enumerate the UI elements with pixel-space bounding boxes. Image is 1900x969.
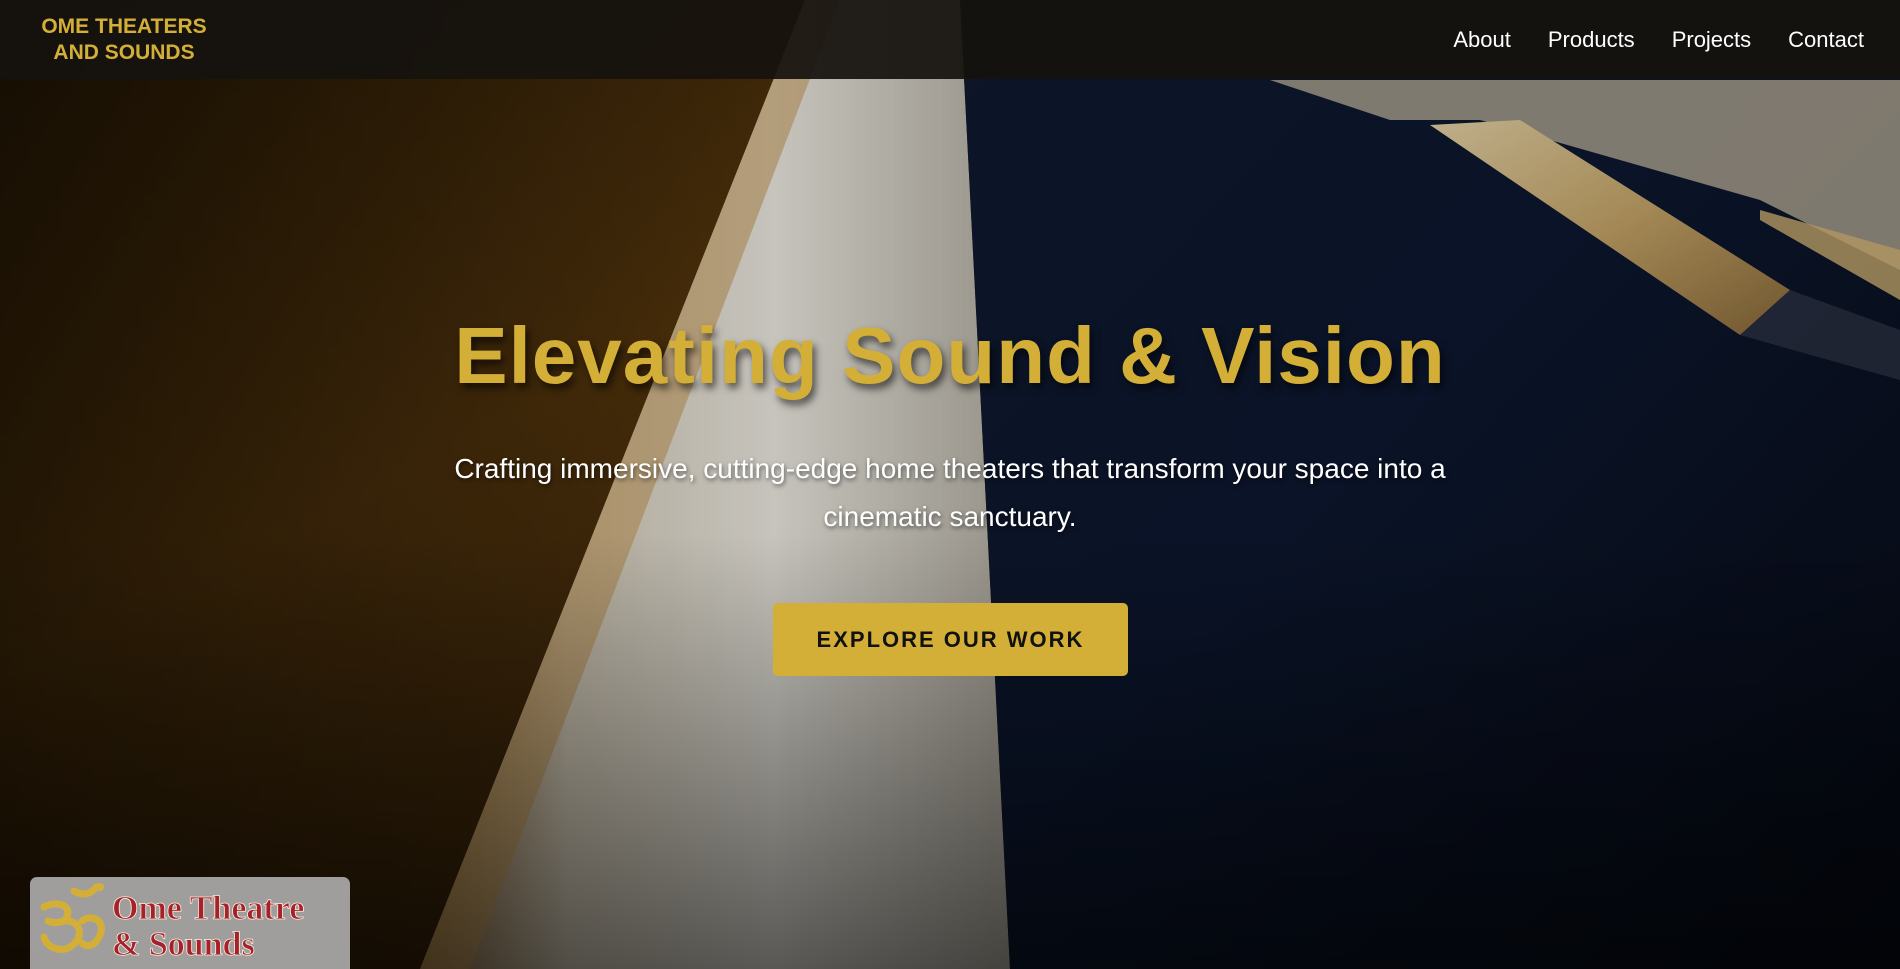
- company-logo-badge: Ome Theatre & Sounds: [30, 877, 350, 969]
- logo-text-line-1: Ome Theatre: [112, 890, 304, 927]
- om-logo-image: Ome Theatre & Sounds: [40, 883, 305, 963]
- page: OME THEATERS AND SOUNDS About Products P…: [0, 0, 1900, 969]
- om-symbol-icon: [40, 883, 105, 953]
- brand-line-1: OME THEATERS: [41, 14, 207, 38]
- hero-title: Elevating Sound & Vision: [454, 311, 1446, 400]
- nav-link-products[interactable]: Products: [1548, 27, 1635, 53]
- brand-line-2: AND SOUNDS: [53, 40, 195, 64]
- brand-logo-link[interactable]: OME THEATERS AND SOUNDS: [38, 14, 210, 66]
- hero-subtitle: Crafting immersive, cutting-edge home th…: [454, 453, 1446, 532]
- top-navbar: OME THEATERS AND SOUNDS About Products P…: [0, 0, 1900, 79]
- explore-our-work-button[interactable]: EXPLORE OUR WORK: [773, 603, 1128, 676]
- nav-links: About Products Projects Contact: [1453, 27, 1864, 53]
- logo-text-line-2: & Sounds: [112, 926, 255, 963]
- nav-link-contact[interactable]: Contact: [1788, 27, 1864, 53]
- nav-link-projects[interactable]: Projects: [1672, 27, 1751, 53]
- nav-link-about[interactable]: About: [1453, 27, 1511, 53]
